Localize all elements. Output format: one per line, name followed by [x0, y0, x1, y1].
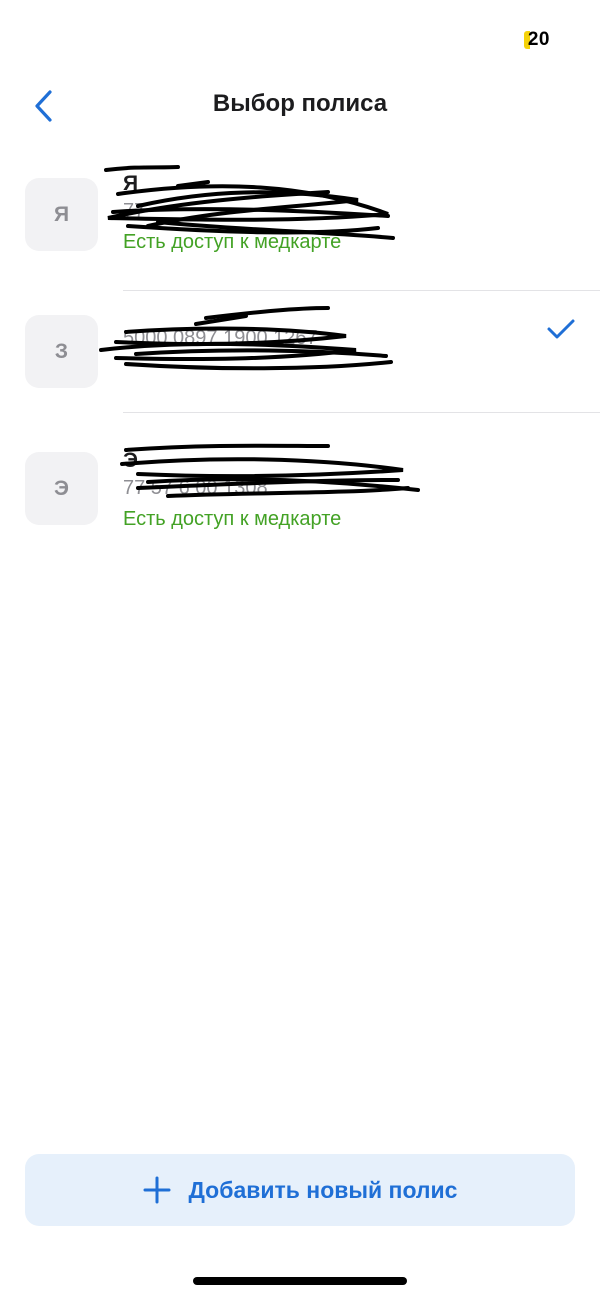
- battery-level: 20: [527, 29, 550, 50]
- policy-item[interactable]: Я Я 77 Есть доступ к медкарте: [0, 160, 600, 290]
- add-policy-label: Добавить новый полис: [188, 1176, 458, 1203]
- page-title: Выбор полиса: [212, 90, 388, 117]
- policy-number: 77 57 6 00 1308: [123, 477, 268, 499]
- avatar: З: [25, 315, 98, 388]
- add-policy-button[interactable]: Добавить новый полис: [25, 1154, 575, 1226]
- policy-info: Э 77 57 6 00 1308 Есть доступ к медкарте: [123, 449, 520, 531]
- policy-holder-name: Я: [123, 172, 139, 195]
- battery-indicator: 20: [523, 29, 550, 51]
- policy-number: 77: [123, 200, 146, 222]
- policy-holder-name: Э: [123, 449, 138, 472]
- navigation-bar: Выбор полиса: [0, 78, 600, 134]
- checkmark-icon: [547, 319, 575, 339]
- policy-list: Я Я 77 Есть доступ к медкарте З 5000 089…: [0, 160, 600, 552]
- medcard-access-label: Есть доступ к медкарте: [123, 508, 342, 530]
- policy-info: 5000 0897 1900 1267: [123, 323, 520, 350]
- home-indicator: [193, 1277, 407, 1285]
- policy-number: 5000 0897 1900 1267: [123, 327, 318, 349]
- status-bar: 20: [0, 0, 600, 80]
- policy-info: Я 77 Есть доступ к медкарте: [123, 172, 520, 254]
- policy-item[interactable]: Э Э 77 57 6 00 1308 Есть доступ к медкар…: [0, 412, 600, 552]
- avatar: Э: [25, 452, 98, 525]
- medcard-access-label: Есть доступ к медкарте: [123, 231, 342, 253]
- avatar: Я: [25, 178, 98, 251]
- plus-icon: [143, 1176, 171, 1204]
- policy-item[interactable]: З 5000 0897 1900 1267: [0, 290, 600, 412]
